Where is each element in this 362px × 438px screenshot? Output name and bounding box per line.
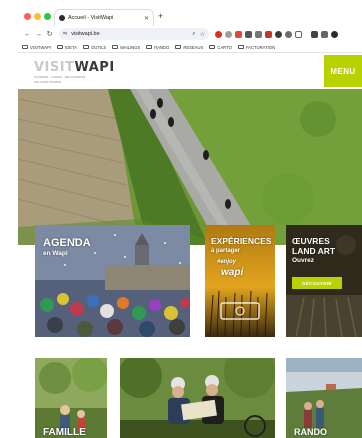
bookmark-carto[interactable]: CARTO xyxy=(209,45,232,50)
famille-photo xyxy=(35,358,107,438)
card-velo[interactable] xyxy=(120,358,275,438)
address-bar-url: visitwapi.be xyxy=(71,31,100,37)
card-experiences-hashtag: #enjoy xyxy=(217,259,237,265)
folder-icon xyxy=(22,45,28,49)
card-rando-title: RANDO xyxy=(294,427,327,437)
browser-toolbar: ← → ↻ ⇆ visitwapi.be ⌕ ☆ xyxy=(18,26,362,42)
card-experiences-subtitle: à partager xyxy=(211,248,241,254)
address-bar[interactable]: ⇆ visitwapi.be ⌕ ☆ xyxy=(59,28,209,40)
browser-window: Accueil - VisitWapi ✕ + ← → ↻ ⇆ visitwap… xyxy=(18,0,362,438)
extensions-puzzle-icon[interactable] xyxy=(295,30,302,38)
back-arrow-icon[interactable]: ← xyxy=(22,31,33,38)
folder-icon xyxy=(175,45,182,49)
rando-photo xyxy=(286,358,362,438)
card-experiences-title: EXPÉRIENCES xyxy=(211,236,272,246)
card-oeuvres-title: ŒUVRES xyxy=(292,236,330,246)
cyclists-photo xyxy=(120,358,275,438)
hero-aerial-illustration xyxy=(18,89,362,245)
card-rando[interactable]: RANDO xyxy=(286,358,362,438)
card-oeuvres-land-art[interactable]: ŒUVRES LAND ART Ouvrez DÉCOUVRIR xyxy=(286,225,362,337)
extension-box-icon[interactable] xyxy=(255,30,262,38)
logo-tagline-region: WALLONIE PICARDE xyxy=(34,81,62,85)
bookmark-reseaux[interactable]: RESEAUX xyxy=(175,45,203,50)
menu-button[interactable]: MENU xyxy=(324,55,362,87)
extension-red-icon[interactable] xyxy=(215,30,222,38)
card-experiences[interactable]: EXPÉRIENCES à partager #enjoy wapi xyxy=(205,225,275,337)
tab-close-icon[interactable]: ✕ xyxy=(144,15,149,22)
card-agenda[interactable]: AGENDA en Wapi xyxy=(35,225,190,337)
bookmark-rando[interactable]: RANDO xyxy=(146,45,169,50)
bookmark-facturation[interactable]: FACTURATION xyxy=(237,45,275,50)
card-agenda-title: AGENDA xyxy=(43,237,91,249)
folder-icon xyxy=(83,45,90,49)
tab-strip: Accueil - VisitWapi ✕ + xyxy=(18,8,362,26)
logo-wordmark: VISITWAPI xyxy=(34,60,115,75)
decouvrir-button[interactable]: DÉCOUVRIR xyxy=(292,277,342,289)
folder-icon xyxy=(57,45,64,49)
card-famille-title: FAMILLE xyxy=(43,427,86,438)
maximize-window-icon[interactable] xyxy=(44,13,51,20)
site-info-icon[interactable]: ⇆ xyxy=(63,31,67,37)
extension-grid-icon[interactable] xyxy=(245,30,252,38)
extension-badge-icon[interactable] xyxy=(235,30,242,38)
bookmark-mailings[interactable]: MAILINGS xyxy=(112,45,140,50)
extension-moon-icon[interactable] xyxy=(285,30,292,38)
folder-icon xyxy=(146,45,153,49)
tab-title: Accueil - VisitWapi xyxy=(68,15,114,21)
bookmark-visitwapi[interactable]: VISITWAPI xyxy=(22,45,51,50)
folder-icon xyxy=(209,45,216,49)
logo-tagline: TOURISME · LOISIRS · DÉCOUVERTES xyxy=(34,76,86,79)
extension-grey-icon[interactable] xyxy=(225,30,232,38)
search-icon[interactable]: ⌕ xyxy=(192,31,195,38)
extension-dark-icon[interactable] xyxy=(275,30,282,38)
card-experiences-hashtag-word: wapi xyxy=(221,267,244,278)
browser-tab[interactable]: Accueil - VisitWapi ✕ xyxy=(54,9,154,26)
forward-arrow-icon[interactable]: → xyxy=(33,31,44,38)
bookmarks-bar: VISITWAPI IDETA OUTILS MAILINGS RANDO RE… xyxy=(18,42,362,53)
minimize-window-icon[interactable] xyxy=(34,13,41,20)
extension-pdf-icon[interactable] xyxy=(265,30,272,38)
folder-icon xyxy=(237,45,244,49)
hero-image xyxy=(18,89,362,245)
card-oeuvres-subtitle: Ouvrez xyxy=(292,257,315,264)
visitwapi-logo[interactable]: VISITWAPI TOURISME · LOISIRS · DÉCOUVERT… xyxy=(34,60,115,85)
close-window-icon[interactable] xyxy=(24,13,31,20)
site-favicon-icon xyxy=(59,15,65,21)
bookmark-star-icon[interactable]: ☆ xyxy=(200,31,205,38)
folder-icon xyxy=(112,45,119,49)
new-tab-button[interactable]: + xyxy=(158,11,163,21)
site-header: VISITWAPI TOURISME · LOISIRS · DÉCOUVERT… xyxy=(18,53,362,89)
bookmark-outils[interactable]: OUTILS xyxy=(83,45,106,50)
card-famille[interactable]: FAMILLE xyxy=(35,358,107,438)
sidepanel-icon[interactable] xyxy=(321,30,328,38)
card-oeuvres-title-2: LAND ART xyxy=(292,246,336,256)
profile-avatar-icon[interactable] xyxy=(331,30,338,38)
card-agenda-subtitle: en Wapi xyxy=(43,250,68,257)
reload-icon[interactable]: ↻ xyxy=(44,30,55,38)
extension-icons xyxy=(215,30,341,38)
bookmark-ideta[interactable]: IDETA xyxy=(57,45,77,50)
download-icon[interactable] xyxy=(311,30,318,38)
